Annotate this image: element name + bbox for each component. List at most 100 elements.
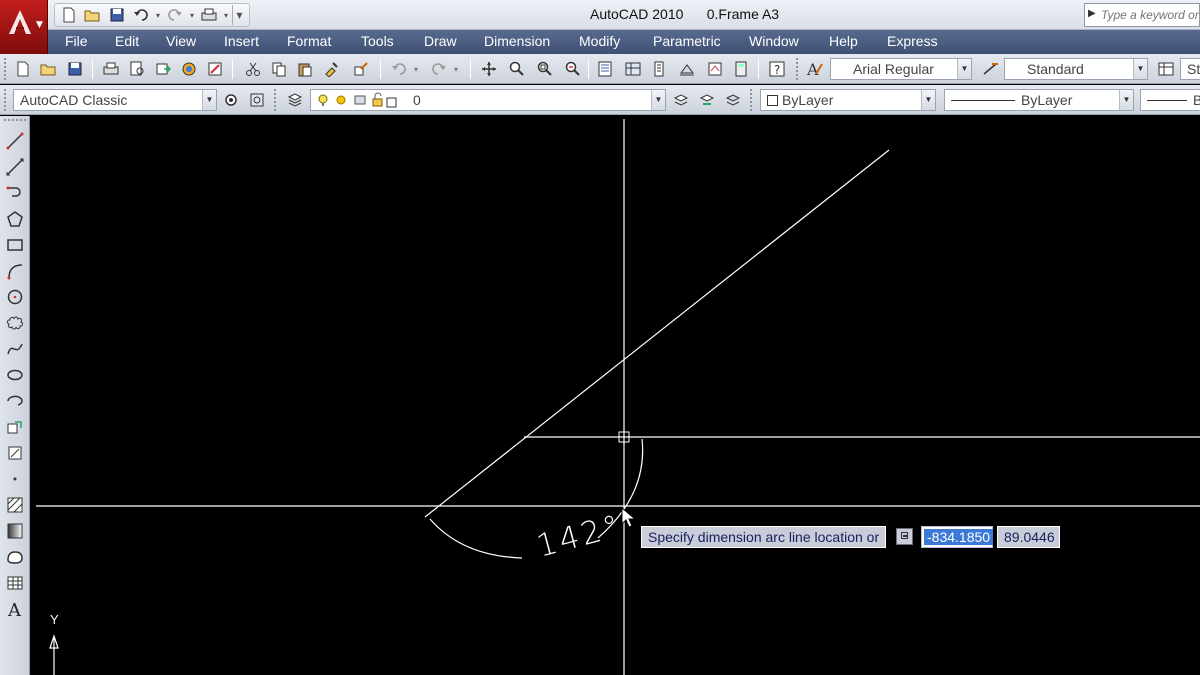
plot-icon[interactable] — [100, 58, 122, 80]
table-icon[interactable] — [4, 572, 26, 594]
plot-preview-icon[interactable] — [126, 58, 148, 80]
linetype-select[interactable]: ByLayer ▼ — [944, 89, 1134, 111]
make-block-icon[interactable] — [4, 442, 26, 464]
gradient-icon[interactable] — [4, 520, 26, 542]
table-style-select[interactable]: St — [1180, 58, 1200, 80]
text-style-select[interactable]: Arial Regular ▼ — [830, 58, 972, 80]
dynamic-input-options-icon[interactable] — [896, 528, 913, 545]
redo-icon[interactable] — [164, 5, 186, 25]
new-icon[interactable] — [58, 5, 80, 25]
plot-icon[interactable] — [198, 5, 220, 25]
insert-block-icon[interactable] — [4, 416, 26, 438]
polyline-icon[interactable] — [4, 182, 26, 204]
drawing-area[interactable] — [36, 116, 1200, 675]
arc-icon[interactable] — [4, 260, 26, 282]
menu-modify[interactable]: Modify — [579, 33, 620, 49]
qnew-icon[interactable] — [12, 58, 34, 80]
menu-tools[interactable]: Tools — [361, 33, 394, 49]
layer-properties-manager-icon[interactable] — [284, 89, 306, 111]
dimension-style-select[interactable]: Standard ▼ — [1004, 58, 1148, 80]
chevron-down-icon[interactable]: ▼ — [202, 90, 216, 110]
point-icon[interactable] — [4, 468, 26, 490]
block-editor-icon[interactable] — [350, 58, 372, 80]
infocenter-search[interactable]: ▶ — [1084, 3, 1200, 27]
toolbar-grip[interactable] — [4, 58, 8, 80]
plot-dropdown-icon[interactable]: ▾ — [222, 5, 230, 25]
polygon-icon[interactable] — [4, 208, 26, 230]
undo-icon[interactable] — [388, 58, 410, 80]
open-icon[interactable] — [38, 58, 60, 80]
search-input[interactable] — [1101, 6, 1199, 24]
menu-window[interactable]: Window — [749, 33, 799, 49]
chevron-down-icon[interactable]: ▼ — [957, 59, 971, 79]
copy-icon[interactable] — [268, 58, 290, 80]
cut-icon[interactable] — [242, 58, 264, 80]
circle-icon[interactable] — [4, 286, 26, 308]
chevron-down-icon[interactable]: ▼ — [1133, 59, 1147, 79]
menu-format[interactable]: Format — [287, 33, 331, 49]
ellipse-icon[interactable] — [4, 364, 26, 386]
spline-icon[interactable] — [4, 338, 26, 360]
toolbar-grip[interactable] — [750, 89, 754, 111]
menu-file[interactable]: File — [65, 33, 88, 49]
lineweight-select[interactable]: B — [1140, 89, 1200, 111]
match-properties-icon[interactable] — [320, 58, 342, 80]
chevron-down-icon[interactable]: ▼ — [921, 90, 935, 110]
undo-dropdown-icon[interactable]: ▾ — [410, 58, 422, 80]
revision-cloud-icon[interactable] — [4, 312, 26, 334]
menu-dimension[interactable]: Dimension — [484, 33, 550, 49]
dynamic-input-field-1[interactable]: -834.1850 — [921, 526, 994, 548]
table-style-icon[interactable] — [1156, 58, 1178, 80]
text-style-icon[interactable]: A — [804, 58, 826, 80]
ellipse-arc-icon[interactable] — [4, 390, 26, 412]
sheet-set-icon[interactable] — [204, 58, 226, 80]
hatch-icon[interactable] — [4, 494, 26, 516]
toolbar-grip[interactable] — [4, 119, 26, 123]
save-icon[interactable] — [64, 58, 86, 80]
menu-insert[interactable]: Insert — [224, 33, 259, 49]
markup-set-manager-icon[interactable] — [704, 58, 726, 80]
redo-icon[interactable] — [428, 58, 450, 80]
zoom-realtime-icon[interactable] — [506, 58, 528, 80]
save-icon[interactable] — [106, 5, 128, 25]
quickcalc-icon[interactable] — [730, 58, 752, 80]
paste-icon[interactable] — [294, 58, 316, 80]
open-icon[interactable] — [82, 5, 104, 25]
color-select[interactable]: ByLayer ▼ — [760, 89, 936, 111]
menu-edit[interactable]: Edit — [115, 33, 139, 49]
undo-icon[interactable] — [130, 5, 152, 25]
menu-view[interactable]: View — [166, 33, 196, 49]
menu-draw[interactable]: Draw — [424, 33, 457, 49]
undo-dropdown-icon[interactable]: ▾ — [154, 5, 162, 25]
chevron-down-icon[interactable]: ▼ — [651, 90, 665, 110]
design-center-icon[interactable] — [622, 58, 644, 80]
multiline-text-icon[interactable]: A — [4, 598, 26, 620]
sheet-set-manager-icon[interactable] — [676, 58, 698, 80]
rectangle-icon[interactable] — [4, 234, 26, 256]
application-menu-button[interactable]: ▼ — [0, 0, 48, 56]
layer-select[interactable]: 0 ▼ — [310, 89, 666, 111]
menu-express[interactable]: Express — [887, 33, 938, 49]
publish-icon[interactable] — [152, 58, 174, 80]
redo-dropdown-icon[interactable]: ▾ — [188, 5, 196, 25]
tool-palettes-icon[interactable] — [648, 58, 670, 80]
toolbar-grip[interactable] — [4, 89, 8, 111]
dimension-style-icon[interactable] — [980, 58, 1002, 80]
toolbar-grip[interactable] — [274, 89, 278, 111]
redo-dropdown-icon[interactable]: ▾ — [450, 58, 462, 80]
help-icon[interactable]: ? — [766, 58, 788, 80]
line-icon[interactable] — [4, 130, 26, 152]
toolbar-grip[interactable] — [796, 58, 800, 80]
customize-qat-icon[interactable]: ▼ — [232, 5, 246, 25]
zoom-previous-icon[interactable] — [562, 58, 584, 80]
zoom-window-icon[interactable] — [534, 58, 556, 80]
pan-icon[interactable] — [478, 58, 500, 80]
workspace-settings-icon[interactable] — [220, 89, 242, 111]
make-object-layer-current-icon[interactable] — [670, 89, 692, 111]
menu-help[interactable]: Help — [829, 33, 858, 49]
search-expand-icon[interactable]: ▶ — [1088, 8, 1096, 19]
construction-line-icon[interactable] — [4, 156, 26, 178]
properties-icon[interactable] — [594, 58, 616, 80]
layer-previous-icon[interactable] — [696, 89, 718, 111]
3d-dwf-icon[interactable] — [178, 58, 200, 80]
